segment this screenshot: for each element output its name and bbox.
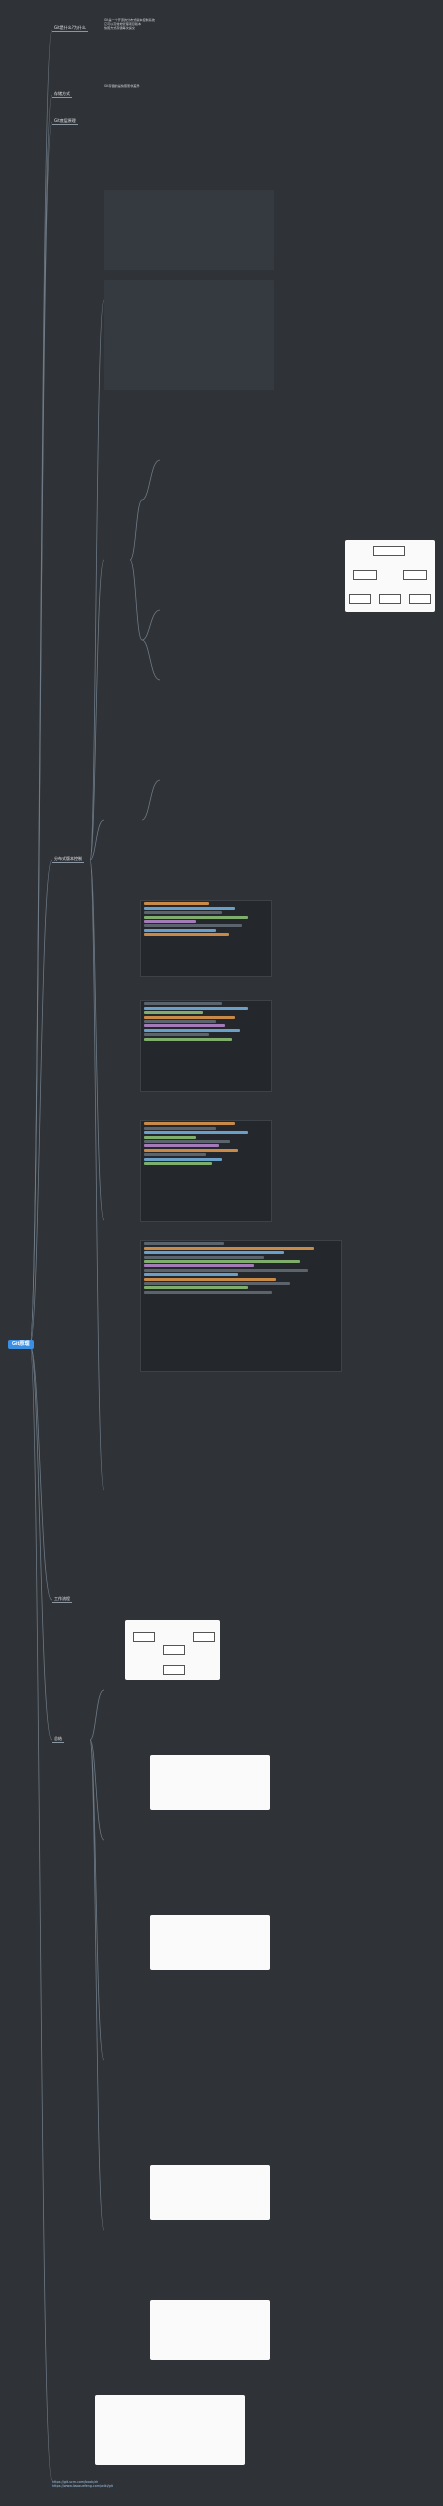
topic-what-is-git[interactable]: Git是什么?为什么 — [52, 24, 88, 32]
footer-links: https://git-scm.com/book/zh https://www.… — [52, 2480, 113, 2488]
flow-diagram-3 — [150, 1915, 270, 1970]
flow-node-a — [133, 1632, 155, 1642]
root-node[interactable]: Git原理 — [8, 1340, 34, 1349]
intro-text: Git是一个开源的分布式版本控制系统 它可以高效地管理项目版本 快照方式存储每次… — [104, 18, 254, 30]
topic-internals[interactable]: Git底层原理 — [52, 117, 78, 125]
mind-map-canvas: Git原理 Git是什么?为什么 存储方式 Git底层原理 分布式版本控制 工作… — [0, 0, 443, 2506]
text-region-1 — [104, 190, 274, 270]
topic-distributed[interactable]: 分布式版本控制 — [52, 855, 84, 863]
flow-node-d — [163, 1665, 185, 1675]
code-snippet-1 — [140, 900, 272, 977]
intro-line-3: 快照方式存储每次提交 — [104, 26, 135, 31]
tree-node-top — [373, 546, 405, 556]
flow-diagram-1 — [125, 1620, 220, 1680]
tree-node-left — [353, 570, 377, 580]
flow-node-b — [163, 1645, 185, 1655]
code-snippet-2 — [140, 1000, 272, 1092]
topic-summary[interactable]: 总结 — [52, 1735, 64, 1743]
flow-diagram-2 — [150, 1755, 270, 1810]
overview-diagram — [95, 2395, 245, 2465]
footer-link-2[interactable]: https://www.liaoxuefeng.com/wiki/git — [52, 2484, 113, 2488]
flow-diagram-4 — [150, 2165, 270, 2220]
flow-node-c — [193, 1632, 215, 1642]
tree-node-leaf-1 — [349, 594, 371, 604]
text-region-2 — [104, 280, 274, 390]
code-snippet-4 — [140, 1240, 342, 1372]
tree-node-leaf-3 — [409, 594, 431, 604]
storage-summary: Git存储的是快照而非差异 — [104, 84, 140, 88]
code-snippet-3 — [140, 1120, 272, 1222]
topic-storage[interactable]: 存储方式 — [52, 90, 72, 98]
tree-node-leaf-2 — [379, 594, 401, 604]
tree-diagram — [345, 540, 435, 612]
flow-diagram-5 — [150, 2300, 270, 2360]
tree-node-right — [403, 570, 427, 580]
topic-workflow[interactable]: 工作流程 — [52, 1595, 72, 1603]
